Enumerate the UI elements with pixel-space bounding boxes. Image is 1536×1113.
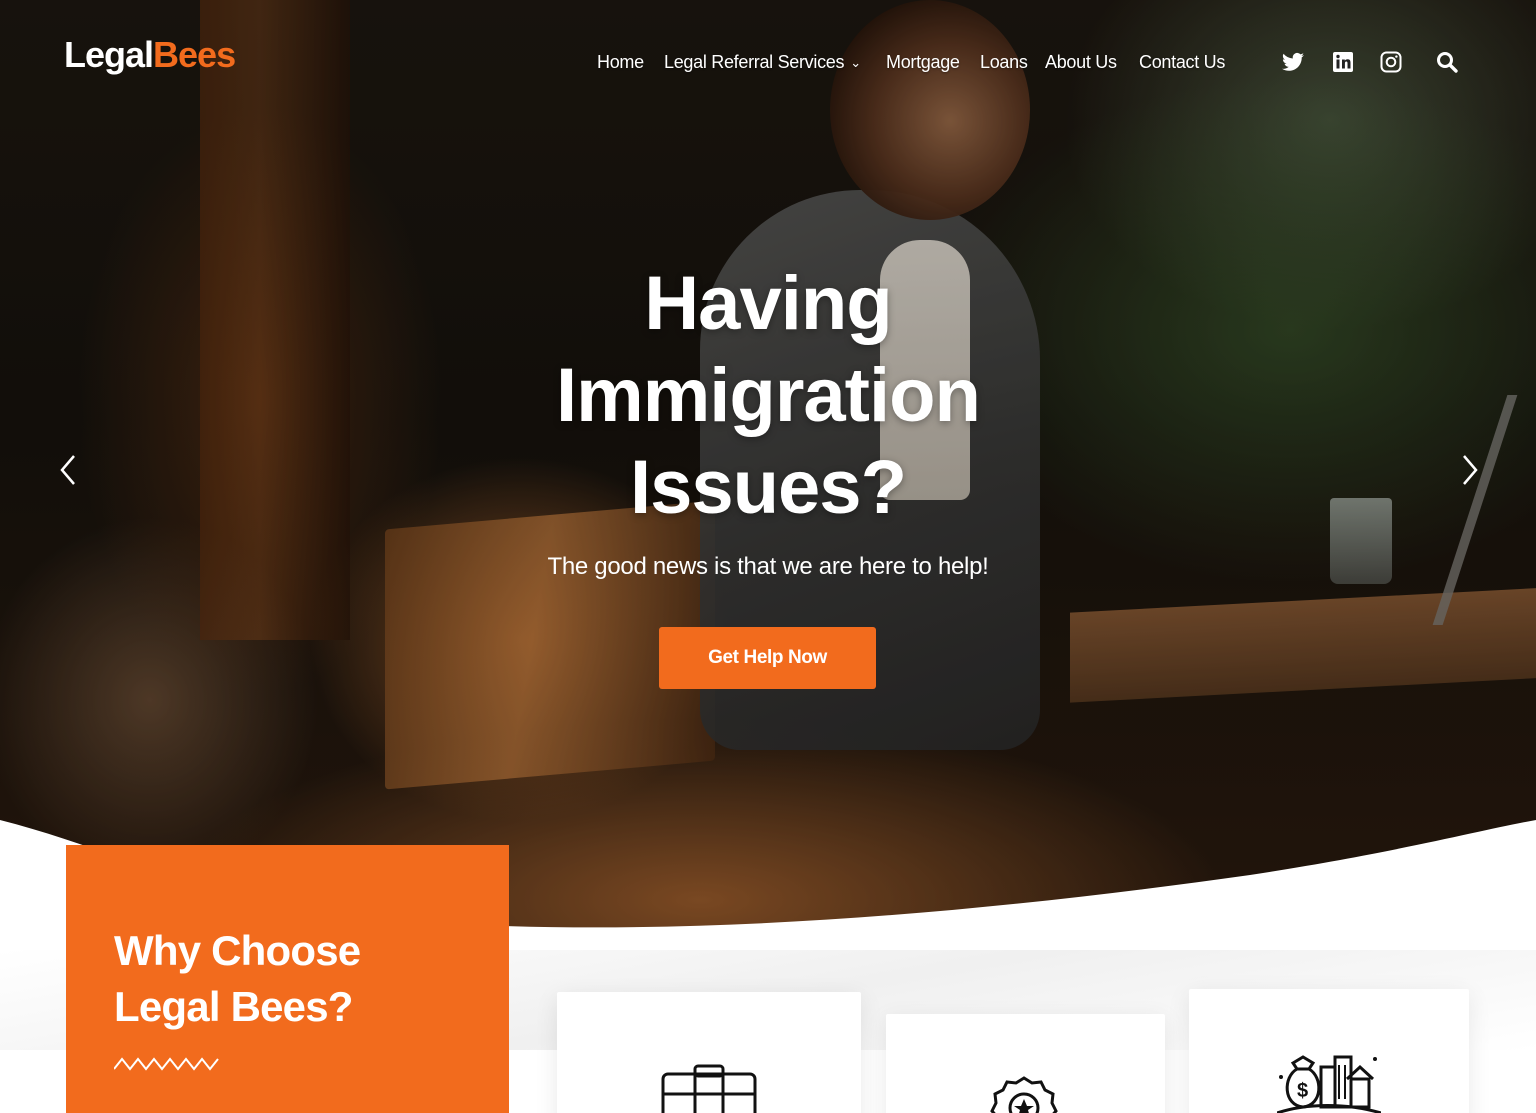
nav-item-contact-us[interactable]: Contact Us — [1139, 48, 1225, 76]
hero-headline-line1: Having — [644, 261, 892, 346]
chevron-left-icon[interactable] — [54, 450, 84, 490]
money-bag-city-icon: $ — [1277, 1055, 1381, 1113]
twitter-icon[interactable] — [1281, 50, 1305, 74]
briefcase-icon — [661, 1064, 757, 1113]
main-navigation: Home Legal Referral Services ⌄ Mortgage L… — [0, 48, 1536, 78]
nav-item-label: Legal Referral Services — [664, 52, 845, 72]
hero-headline: Having Immigration Issues? — [468, 258, 1068, 534]
feature-card-2 — [886, 1014, 1165, 1113]
nav-item-legal-referral-services[interactable]: Legal Referral Services ⌄ — [664, 48, 861, 78]
nav-item-home[interactable]: Home — [597, 48, 644, 76]
get-help-now-button[interactable]: Get Help Now — [659, 627, 876, 689]
svg-text:$: $ — [1297, 1080, 1308, 1102]
chevron-down-icon: ⌄ — [850, 55, 861, 70]
why-choose-card: Why Choose Legal Bees? — [66, 845, 509, 1113]
why-choose-title: Why Choose Legal Bees? — [114, 923, 494, 1035]
linkedin-icon[interactable] — [1331, 50, 1355, 74]
hero-subheadline: The good news is that we are here to hel… — [547, 553, 989, 580]
zigzag-divider — [114, 1057, 219, 1071]
feature-card-1 — [557, 992, 861, 1113]
instagram-icon[interactable] — [1379, 50, 1403, 74]
badge-star-icon — [990, 1076, 1058, 1113]
hero-headline-line3: Issues? — [629, 445, 907, 530]
why-choose-title-line1: Why Choose — [114, 927, 361, 974]
chevron-right-icon[interactable] — [1454, 450, 1484, 490]
feature-card-3: $ — [1189, 989, 1469, 1113]
why-choose-title-line2: Legal Bees? — [114, 983, 353, 1030]
hero-headline-line2: Immigration — [556, 353, 981, 438]
nav-item-about-us[interactable]: About Us — [1045, 48, 1117, 76]
nav-item-loans[interactable]: Loans — [980, 48, 1028, 76]
search-icon[interactable] — [1435, 50, 1459, 74]
nav-item-mortgage[interactable]: Mortgage — [886, 48, 960, 76]
